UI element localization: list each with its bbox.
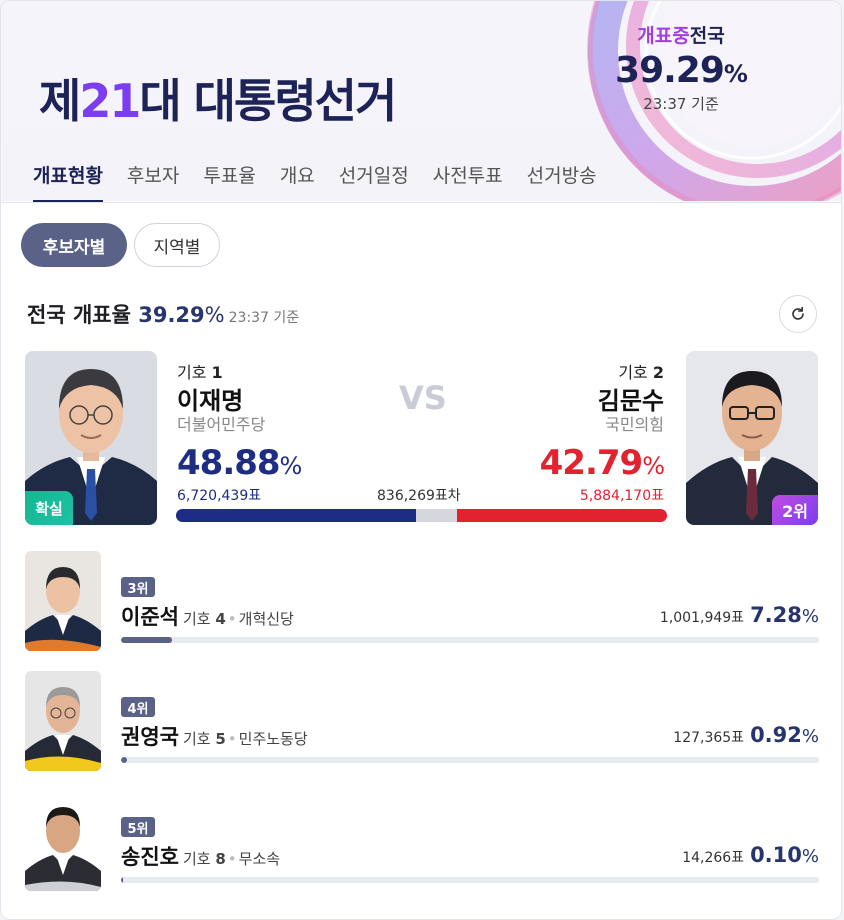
- vote-share-fill: [121, 637, 172, 643]
- vote-share-bar: [121, 637, 819, 643]
- tab-overview[interactable]: 개요: [268, 151, 327, 203]
- candidate-4-photo: [25, 671, 101, 771]
- candidate-2-bar: [456, 509, 667, 522]
- tab-count-status[interactable]: 개표현황: [21, 151, 115, 203]
- candidate-result: 14,266표 0.10%: [682, 843, 819, 867]
- candidate-2-number: 기호 2: [618, 363, 664, 382]
- tabs-divider: [1, 202, 841, 203]
- scope-label: 전국: [689, 25, 725, 47]
- filter-by-region[interactable]: 지역별: [134, 223, 220, 267]
- head-to-head-bar: [176, 509, 667, 522]
- candidate-2-party: 국민의힘: [605, 415, 664, 434]
- tab-candidates[interactable]: 후보자: [115, 151, 191, 203]
- candidate-result: 1,001,949표 7.28%: [659, 603, 819, 627]
- candidate-1-votes: 6,720,439표: [177, 488, 262, 504]
- rank-badge: 5위: [121, 817, 155, 837]
- candidate-3-photo: [25, 551, 101, 651]
- win-badge: 확실: [25, 491, 73, 525]
- tab-broadcast[interactable]: 선거방송: [515, 151, 609, 203]
- vs-label: VS: [399, 379, 447, 417]
- live-label: 개표중: [637, 25, 690, 47]
- candidate-row[interactable]: 3위 이준석 기호 4 • 개혁신당 1,001,949표 7.28%: [25, 551, 819, 651]
- candidate-row[interactable]: 4위 권영국 기호 5 • 민주노동당 127,365표 0.92%: [25, 671, 819, 771]
- rank-2-badge: 2위: [772, 495, 818, 525]
- main-tabs: 개표현황 후보자 투표율 개요 선거일정 사전투표 선거방송: [21, 151, 609, 203]
- election-card: 제21대 대통령선거 개표중전국 39.29% 23:37 기준 개표현황 후보…: [0, 0, 842, 920]
- tab-turnout[interactable]: 투표율: [191, 151, 267, 203]
- candidate-5-photo: [25, 791, 101, 891]
- candidate-2-votes: 5,884,170표: [579, 488, 664, 504]
- tab-early-vote[interactable]: 사전투표: [421, 151, 515, 203]
- filter-by-candidate[interactable]: 후보자별: [21, 223, 127, 267]
- candidate-name: 권영국 기호 5 • 민주노동당: [121, 725, 308, 749]
- rank-badge: 3위: [121, 577, 155, 597]
- candidate-name: 송진호 기호 8 • 무소속: [121, 845, 281, 869]
- candidate-1-number: 기호 1: [177, 363, 223, 382]
- candidate-1-party: 더불어민주당: [177, 415, 266, 434]
- candidate-1-bar: [176, 509, 416, 522]
- national-count-rate: 전국 개표율 39.29% 23:37 기준: [27, 303, 300, 327]
- vote-share-bar: [121, 877, 819, 883]
- refresh-icon: [792, 306, 804, 320]
- vote-share-fill: [121, 757, 128, 763]
- status-percent: 39.29%: [615, 50, 748, 91]
- candidate-2-photo[interactable]: 2위: [686, 351, 818, 525]
- page-title: 제21대 대통령선거: [39, 74, 397, 128]
- candidate-result: 127,365표 0.92%: [673, 723, 819, 747]
- candidate-row[interactable]: 5위 송진호 기호 8 • 무소속 14,266표 0.10%: [25, 791, 819, 891]
- candidate-name: 이준석 기호 4 • 개혁신당: [121, 605, 294, 629]
- tab-schedule[interactable]: 선거일정: [327, 151, 421, 203]
- count-status: 개표중전국 39.29% 23:37 기준: [601, 21, 761, 114]
- candidate-1-percent: 48.88%: [177, 443, 302, 483]
- vote-share-fill: [121, 877, 124, 883]
- rank-badge: 4위: [121, 697, 155, 717]
- vote-share-bar: [121, 757, 819, 763]
- vote-gap: 836,269표차: [377, 488, 461, 504]
- refresh-button[interactable]: [779, 295, 817, 333]
- candidate-2-percent: 42.79%: [539, 443, 665, 483]
- status-time: 23:37 기준: [643, 95, 719, 113]
- candidate-1-photo[interactable]: 확실: [25, 351, 157, 525]
